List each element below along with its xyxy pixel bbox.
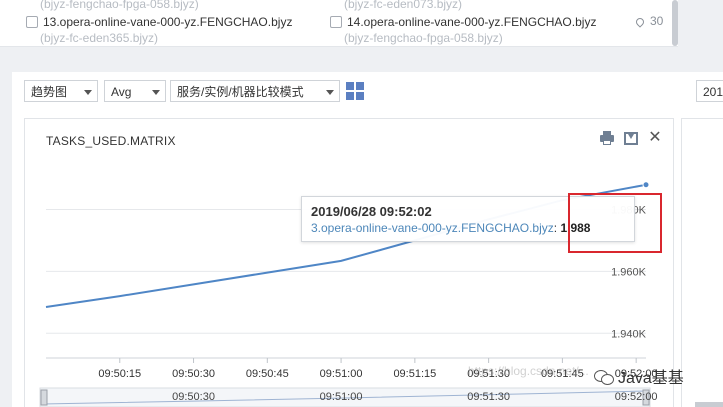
navigator-label: 09:51:30 bbox=[467, 391, 510, 403]
watermark: https://blog.csdn.net/... bbox=[468, 364, 589, 378]
x-tick-label: 09:50:15 bbox=[98, 368, 141, 380]
x-tick-label: 09:50:30 bbox=[172, 368, 215, 380]
hover-point bbox=[642, 181, 650, 189]
y-tick-label: 1.940K bbox=[611, 328, 647, 340]
tooltip-time: 2019/06/28 09:52:02 bbox=[311, 204, 432, 219]
tooltip-series: 3.opera-online-vane-000-yz.FENGCHAO.bjyz… bbox=[311, 221, 591, 235]
navigator-label: 09:52:00 bbox=[615, 391, 658, 403]
x-tick-label: 09:51:00 bbox=[320, 368, 363, 380]
navigator-handle-left bbox=[40, 389, 48, 406]
x-tick-label: 09:50:45 bbox=[246, 368, 289, 380]
y-tick-label: 1.960K bbox=[611, 266, 647, 278]
navigator-label: 09:51:00 bbox=[320, 391, 363, 403]
x-tick-label: 09:51:15 bbox=[393, 368, 436, 380]
value-highlight-box bbox=[568, 193, 662, 253]
navigator-label: 09:50:30 bbox=[172, 391, 215, 403]
wechat-logo-icon bbox=[594, 368, 614, 385]
wechat-badge: Java基基 bbox=[594, 364, 684, 388]
